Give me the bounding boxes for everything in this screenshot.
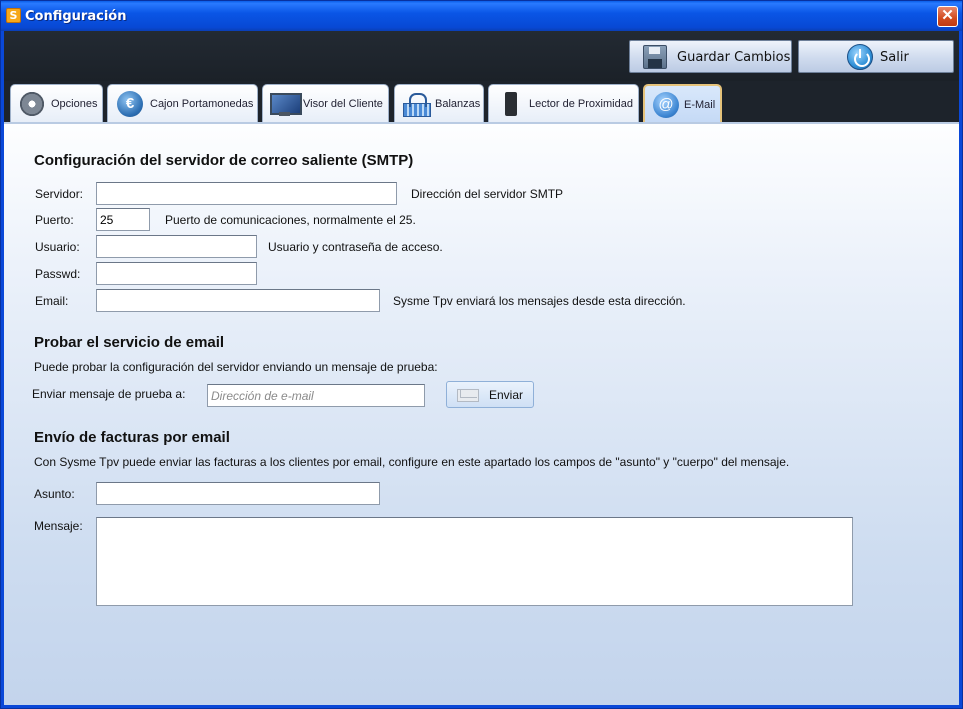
exit-label: Salir: [880, 50, 909, 65]
toolbar: Guardar Cambios Salir: [4, 31, 959, 81]
smtp-port-input[interactable]: [96, 208, 150, 231]
user-label: Usuario:: [35, 240, 80, 254]
title-bar[interactable]: S Configuración ✕: [1, 1, 962, 31]
tab-label: Opciones: [51, 98, 98, 110]
message-label: Mensaje:: [34, 519, 83, 533]
monitor-icon: [270, 91, 302, 117]
euro-icon: €: [117, 91, 143, 117]
user-hint: Usuario y contraseña de acceso.: [268, 240, 443, 254]
subject-label: Asunto:: [34, 487, 75, 501]
invoices-heading: Envío de facturas por email: [34, 429, 230, 446]
smtp-user-input[interactable]: [96, 235, 257, 258]
config-window: S Configuración ✕ Guardar Cambios Salir …: [0, 0, 963, 709]
test-heading: Probar el servicio de email: [34, 334, 225, 351]
close-button[interactable]: ✕: [937, 6, 958, 27]
app-icon: S: [6, 8, 21, 23]
password-label: Passwd:: [35, 267, 81, 281]
save-changes-label: Guardar Cambios: [677, 50, 791, 65]
smtp-password-input[interactable]: [96, 262, 257, 285]
tab-label: Lector de Proximidad: [529, 98, 633, 110]
power-icon: [847, 44, 873, 70]
server-label: Servidor:: [35, 187, 84, 201]
tab-cajon-portamonedas[interactable]: € Cajon Portamonedas: [107, 84, 258, 122]
email-label: Email:: [35, 294, 69, 308]
subject-input[interactable]: [96, 482, 380, 505]
smtp-server-input[interactable]: [96, 182, 397, 205]
tab-label: Visor del Cliente: [303, 98, 383, 110]
tab-strip: Opciones € Cajon Portamonedas Visor del …: [4, 81, 959, 122]
tab-label: Cajon Portamonedas: [150, 98, 254, 110]
email-settings-panel: Configuración del servidor de correo sal…: [4, 122, 959, 705]
sender-email-input[interactable]: [96, 289, 380, 312]
floppy-disk-icon: [643, 45, 667, 69]
server-hint: Dirección del servidor SMTP: [411, 187, 564, 201]
send-label: Enviar: [489, 388, 524, 402]
tab-balanzas[interactable]: Balanzas: [394, 84, 484, 122]
exit-button[interactable]: Salir: [798, 40, 954, 73]
test-description: Puede probar la configuración del servid…: [34, 360, 438, 374]
tab-label: Balanzas: [435, 98, 481, 110]
port-hint: Puerto de comunicaciones, normalmente el…: [165, 213, 416, 227]
tab-email[interactable]: @ E-Mail: [643, 84, 722, 122]
send-test-button[interactable]: Enviar: [446, 381, 534, 408]
tab-lector-proximidad[interactable]: Lector de Proximidad: [488, 84, 639, 122]
smtp-heading: Configuración del servidor de correo sal…: [34, 152, 414, 169]
test-recipient-input[interactable]: [207, 384, 425, 407]
gear-icon: [19, 91, 45, 117]
at-icon: @: [653, 92, 679, 118]
invoices-description: Con Sysme Tpv puede enviar las facturas …: [34, 455, 790, 469]
port-label: Puerto:: [35, 213, 74, 227]
window-title: Configuración: [25, 9, 127, 24]
basket-icon: [402, 91, 431, 117]
chip-icon: [500, 91, 526, 117]
tab-visor-cliente[interactable]: Visor del Cliente: [262, 84, 389, 122]
email-hint: Sysme Tpv enviará los mensajes desde est…: [393, 294, 686, 308]
envelope-icon: [457, 389, 479, 402]
tab-label: E-Mail: [684, 99, 716, 111]
send-test-label: Enviar mensaje de prueba a:: [32, 387, 186, 401]
message-textarea[interactable]: [96, 517, 853, 606]
save-changes-button[interactable]: Guardar Cambios: [629, 40, 792, 73]
tab-opciones[interactable]: Opciones: [10, 84, 103, 122]
